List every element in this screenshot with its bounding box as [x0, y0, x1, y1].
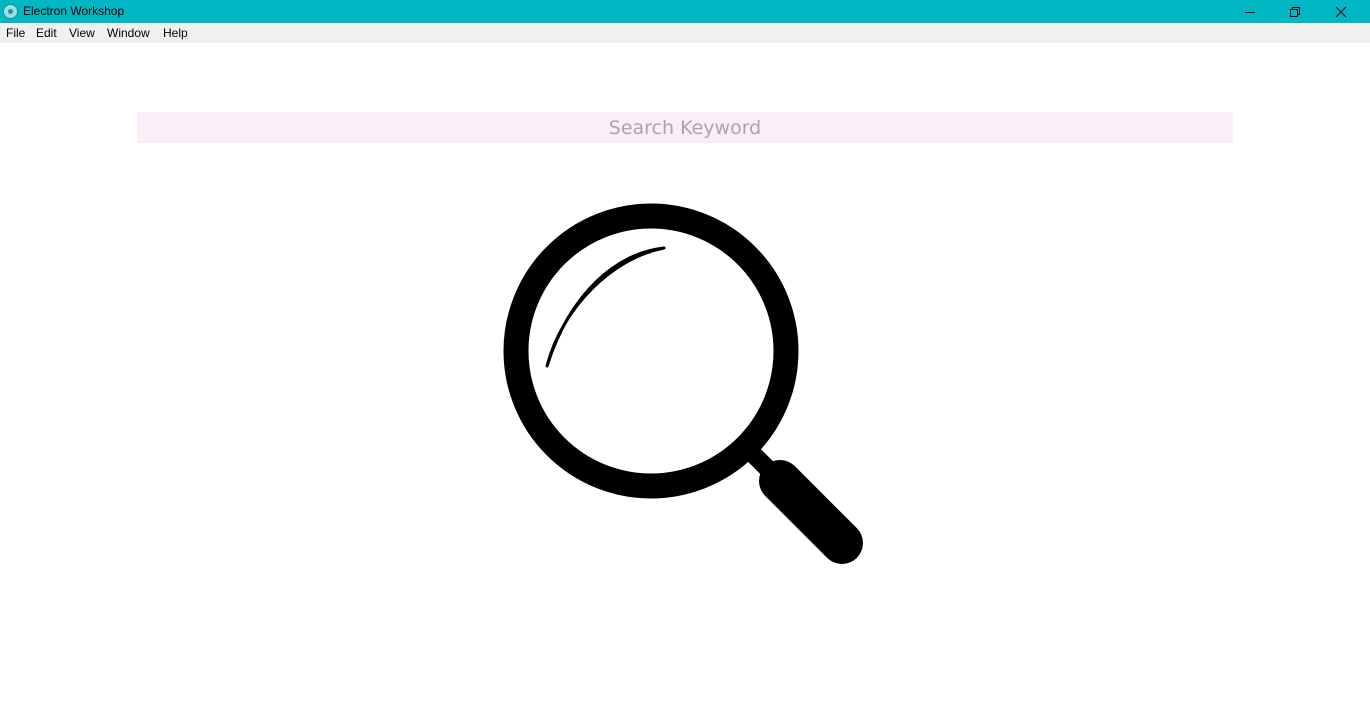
menu-view[interactable]: View	[69, 26, 95, 40]
menu-window[interactable]: Window	[107, 26, 150, 40]
restore-button[interactable]	[1272, 0, 1318, 23]
window-title: Electron Workshop	[23, 4, 125, 18]
search-bar	[137, 112, 1233, 143]
menu-edit[interactable]: Edit	[36, 26, 57, 40]
restore-icon	[1290, 6, 1300, 17]
electron-app-icon	[3, 4, 18, 19]
minimize-icon	[1245, 11, 1255, 13]
magnifying-glass-icon	[503, 203, 863, 564]
menu-file[interactable]: File	[6, 26, 25, 40]
menu-help[interactable]: Help	[163, 26, 188, 40]
title-bar: Electron Workshop	[0, 0, 1370, 23]
menu-bar: File Edit View Window Help	[0, 23, 1370, 43]
search-input[interactable]	[137, 112, 1233, 143]
minimize-button[interactable]	[1227, 0, 1273, 23]
close-icon	[1335, 6, 1347, 17]
close-button[interactable]	[1318, 0, 1364, 23]
